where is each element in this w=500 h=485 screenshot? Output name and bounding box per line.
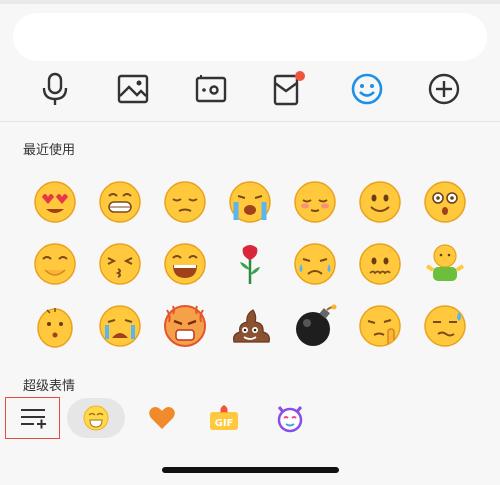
smile-icon xyxy=(351,73,383,105)
super-section-title: 超级表情 xyxy=(23,379,76,394)
image-button[interactable] xyxy=(113,65,153,113)
picture-icon xyxy=(117,74,149,104)
emoji-rose[interactable] xyxy=(228,242,272,286)
emoji-picking-nose[interactable] xyxy=(358,304,402,348)
red-packet-button[interactable] xyxy=(268,65,308,113)
notification-badge xyxy=(295,71,305,81)
message-input[interactable] xyxy=(13,13,487,61)
emoji-heart-eyes[interactable] xyxy=(33,180,77,224)
emoji-bomb[interactable] xyxy=(293,304,337,348)
camera-icon xyxy=(195,75,227,103)
more-button[interactable] xyxy=(424,65,464,113)
emoji-worried[interactable] xyxy=(358,242,402,286)
tab-classic-emoji[interactable] xyxy=(67,398,125,438)
emoji-shrug-figure[interactable] xyxy=(423,242,467,286)
emoji-nervous-sweat[interactable] xyxy=(423,304,467,348)
emoji-grin[interactable] xyxy=(98,180,142,224)
emoji-shocked[interactable] xyxy=(423,180,467,224)
microphone-icon xyxy=(42,72,68,105)
plus-circle-icon xyxy=(428,73,460,105)
emoji-loud-crying[interactable] xyxy=(228,180,272,224)
emoji-furious[interactable] xyxy=(163,304,207,348)
emoji-laughing[interactable] xyxy=(163,242,207,286)
emoji-grid xyxy=(0,172,500,372)
emoji-blushing[interactable] xyxy=(293,180,337,224)
tab-favorites[interactable] xyxy=(142,396,182,440)
toolbar-divider xyxy=(0,121,500,122)
red-packet-icon xyxy=(273,71,305,106)
gif-icon: GIF xyxy=(210,405,238,430)
emoji-crying-sad[interactable] xyxy=(293,242,337,286)
emoji-poop[interactable] xyxy=(228,304,272,348)
cat-face-icon xyxy=(277,406,303,433)
home-indicator[interactable] xyxy=(162,467,339,473)
svg-text:GIF: GIF xyxy=(215,418,234,429)
voice-button[interactable] xyxy=(35,65,75,113)
list-add-icon xyxy=(20,409,46,429)
emoji-sobbing[interactable] xyxy=(98,304,142,348)
tab-gif[interactable]: GIF xyxy=(204,396,244,440)
recent-section-title: 最近使用 xyxy=(23,143,76,158)
emoji-smile[interactable] xyxy=(358,180,402,224)
tab-character[interactable] xyxy=(268,396,312,440)
camera-button[interactable] xyxy=(191,65,231,113)
manage-stickers-button[interactable] xyxy=(5,397,60,439)
input-toolbar xyxy=(0,65,500,113)
sticker-tab-bar: GIF xyxy=(0,396,500,444)
emoji-button[interactable] xyxy=(347,65,387,113)
emoji-pensive[interactable] xyxy=(163,180,207,224)
smiley-tab-icon xyxy=(83,405,109,431)
heart-icon xyxy=(149,407,175,429)
emoji-oh[interactable] xyxy=(33,304,77,348)
emoji-kiss[interactable] xyxy=(98,242,142,286)
emoji-giggle[interactable] xyxy=(33,242,77,286)
top-strip xyxy=(0,0,500,4)
